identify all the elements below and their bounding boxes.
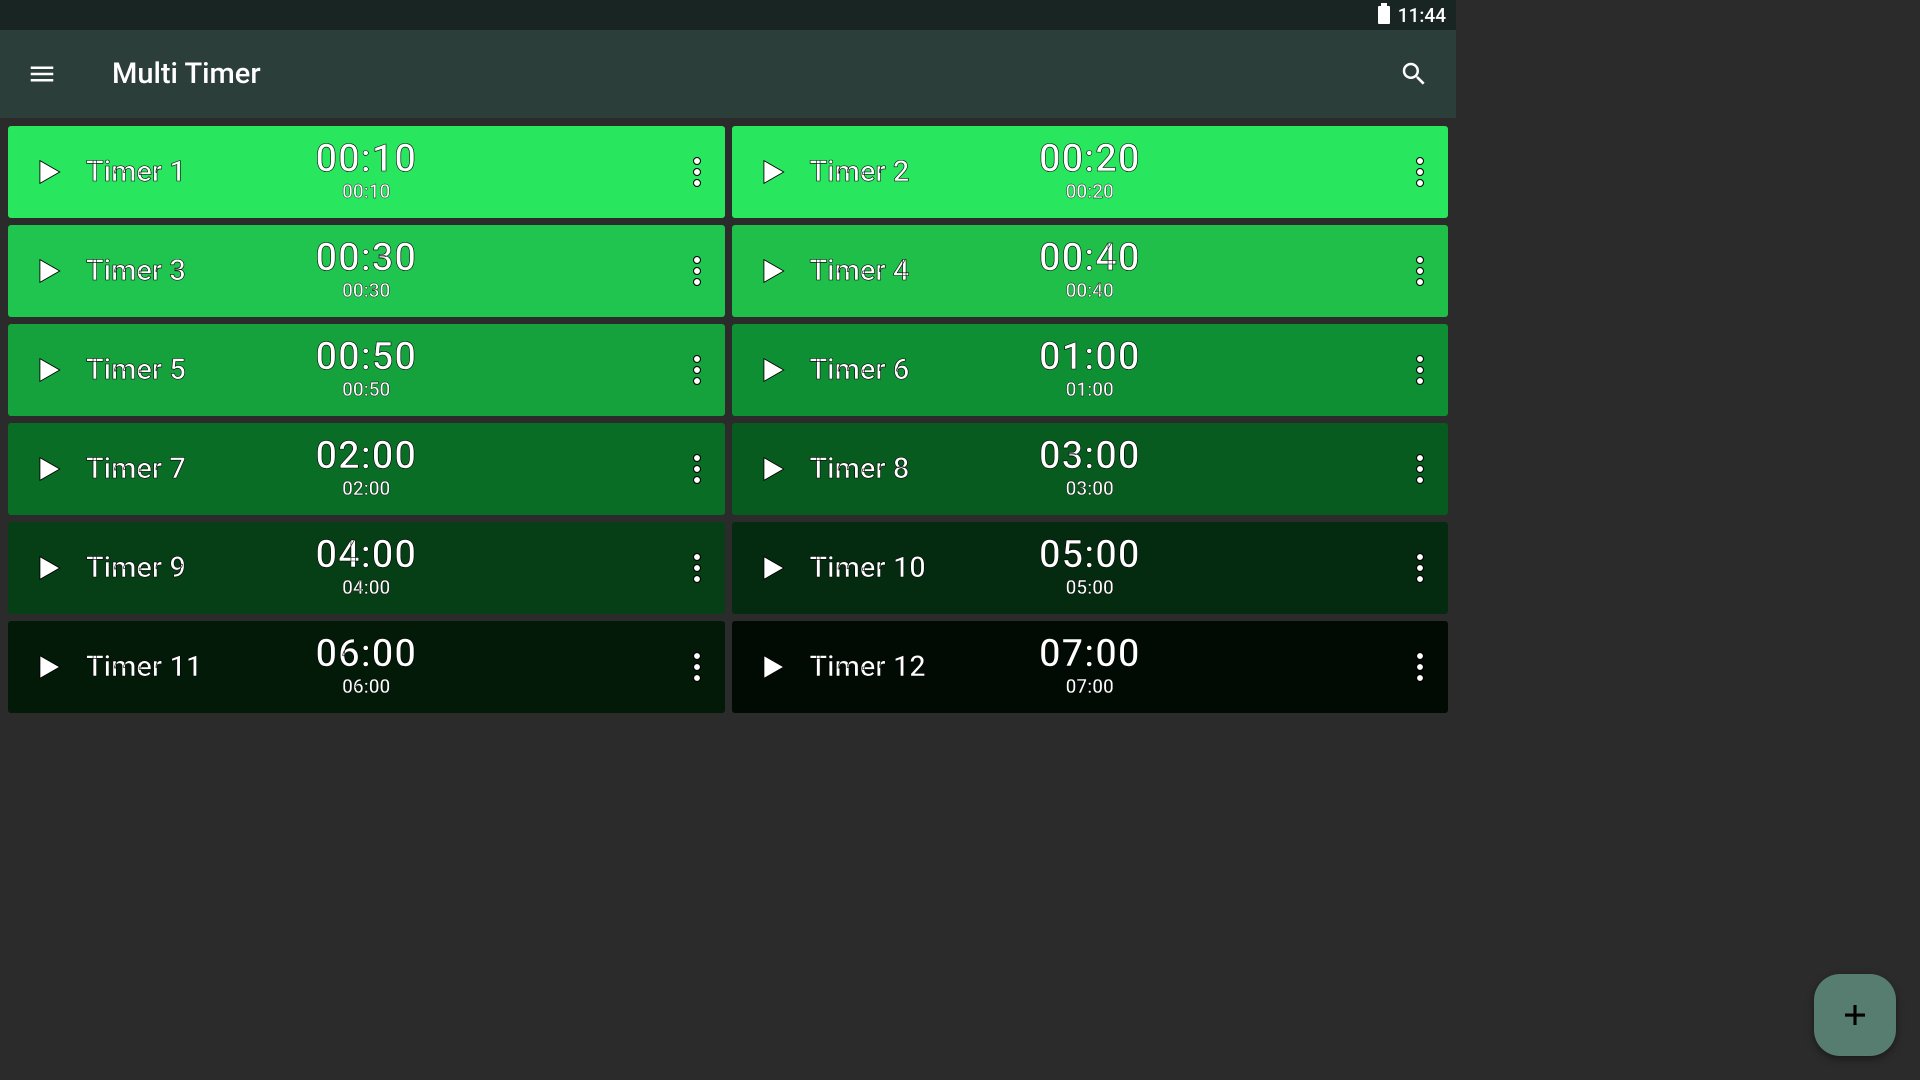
play-icon[interactable] <box>22 650 72 684</box>
timer-duration: 00:10 <box>316 180 417 203</box>
timer-times: 00:1000:10 <box>316 140 417 203</box>
status-time: 11:44 <box>1398 4 1446 27</box>
timer-times: 05:0005:00 <box>1039 536 1140 599</box>
more-icon[interactable] <box>1406 653 1434 681</box>
timer-remaining: 01:00 <box>1039 338 1140 376</box>
timer-remaining: 00:20 <box>1039 140 1140 178</box>
timer-remaining: 00:10 <box>316 140 417 178</box>
more-icon[interactable] <box>1406 455 1434 483</box>
timer-times: 00:4000:40 <box>1039 239 1140 302</box>
timer-times: 02:0002:00 <box>316 437 417 500</box>
play-icon[interactable] <box>746 650 796 684</box>
page-title: Multi Timer <box>112 57 261 91</box>
play-icon[interactable] <box>746 353 796 387</box>
timer-times: 03:0003:00 <box>1039 437 1140 500</box>
more-icon[interactable] <box>683 653 711 681</box>
play-icon[interactable] <box>22 551 72 585</box>
timer-name: Timer 10 <box>810 551 926 585</box>
timer-card[interactable]: Timer 4 00:4000:40 <box>732 225 1449 317</box>
play-icon[interactable] <box>746 452 796 486</box>
status-bar: 11:44 <box>0 0 1456 30</box>
timer-duration: 02:00 <box>316 477 417 500</box>
timer-remaining: 06:00 <box>316 635 417 673</box>
timer-duration: 00:20 <box>1039 180 1140 203</box>
timer-name: Timer 11 <box>86 650 202 684</box>
timer-remaining: 04:00 <box>316 536 417 574</box>
timer-card[interactable]: Timer 3 00:3000:30 <box>8 225 725 317</box>
timer-grid: Timer 100:1000:10Timer 200:2000:20Timer … <box>0 118 1456 721</box>
timer-times: 00:2000:20 <box>1039 140 1140 203</box>
timer-card[interactable]: Timer 7 02:0002:00 <box>8 423 725 515</box>
more-icon[interactable] <box>683 257 711 285</box>
play-icon[interactable] <box>22 452 72 486</box>
more-icon[interactable] <box>683 455 711 483</box>
timer-duration: 00:50 <box>316 378 417 401</box>
timer-duration: 05:00 <box>1039 576 1140 599</box>
timer-card[interactable]: Timer 10 05:0005:00 <box>732 522 1449 614</box>
timer-duration: 01:00 <box>1039 378 1140 401</box>
timer-duration: 00:40 <box>1039 279 1140 302</box>
timer-name: Timer 8 <box>810 452 910 486</box>
more-icon[interactable] <box>1406 158 1434 186</box>
timer-times: 07:0007:00 <box>1039 635 1140 698</box>
timer-remaining: 00:30 <box>316 239 417 277</box>
timer-duration: 03:00 <box>1039 477 1140 500</box>
search-icon[interactable] <box>1392 52 1436 96</box>
more-icon[interactable] <box>683 356 711 384</box>
timer-remaining: 07:00 <box>1039 635 1140 673</box>
menu-icon[interactable] <box>20 52 64 96</box>
play-icon[interactable] <box>746 551 796 585</box>
timer-name: Timer 4 <box>810 254 910 288</box>
more-icon[interactable] <box>1406 257 1434 285</box>
timer-duration: 07:00 <box>1039 675 1140 698</box>
timer-name: Timer 5 <box>86 353 186 387</box>
timer-times: 06:0006:00 <box>316 635 417 698</box>
add-timer-button[interactable] <box>1814 974 1896 1056</box>
timer-card[interactable]: Timer 2 00:2000:20 <box>732 126 1449 218</box>
timer-remaining: 03:00 <box>1039 437 1140 475</box>
timer-card[interactable]: Timer 6 01:0001:00 <box>732 324 1449 416</box>
timer-name: Timer 7 <box>86 452 186 486</box>
more-icon[interactable] <box>683 158 711 186</box>
timer-times: 00:5000:50 <box>316 338 417 401</box>
play-icon[interactable] <box>746 155 796 189</box>
timer-card[interactable]: Timer 11 06:0006:00 <box>8 621 725 713</box>
timer-times: 01:0001:00 <box>1039 338 1140 401</box>
timer-remaining: 05:00 <box>1039 536 1140 574</box>
play-icon[interactable] <box>22 353 72 387</box>
timer-name: Timer 12 <box>810 650 926 684</box>
timer-remaining: 02:00 <box>316 437 417 475</box>
timer-name: Timer 6 <box>810 353 910 387</box>
play-icon[interactable] <box>746 254 796 288</box>
timer-times: 00:3000:30 <box>316 239 417 302</box>
timer-duration: 00:30 <box>316 279 417 302</box>
timer-name: Timer 3 <box>86 254 186 288</box>
timer-remaining: 00:40 <box>1039 239 1140 277</box>
battery-icon <box>1378 6 1390 24</box>
timer-name: Timer 9 <box>86 551 186 585</box>
timer-card[interactable]: Timer 5 00:5000:50 <box>8 324 725 416</box>
play-icon[interactable] <box>22 254 72 288</box>
timer-name: Timer 1 <box>86 155 186 189</box>
timer-duration: 06:00 <box>316 675 417 698</box>
timer-name: Timer 2 <box>810 155 910 189</box>
app-bar: Multi Timer <box>0 30 1456 118</box>
more-icon[interactable] <box>683 554 711 582</box>
timer-remaining: 00:50 <box>316 338 417 376</box>
timer-times: 04:0004:00 <box>316 536 417 599</box>
timer-card[interactable]: Timer 8 03:0003:00 <box>732 423 1449 515</box>
timer-card[interactable]: Timer 9 04:0004:00 <box>8 522 725 614</box>
more-icon[interactable] <box>1406 554 1434 582</box>
timer-card[interactable]: Timer 12 07:0007:00 <box>732 621 1449 713</box>
timer-card[interactable]: Timer 1 00:1000:10 <box>8 126 725 218</box>
more-icon[interactable] <box>1406 356 1434 384</box>
play-icon[interactable] <box>22 155 72 189</box>
timer-duration: 04:00 <box>316 576 417 599</box>
